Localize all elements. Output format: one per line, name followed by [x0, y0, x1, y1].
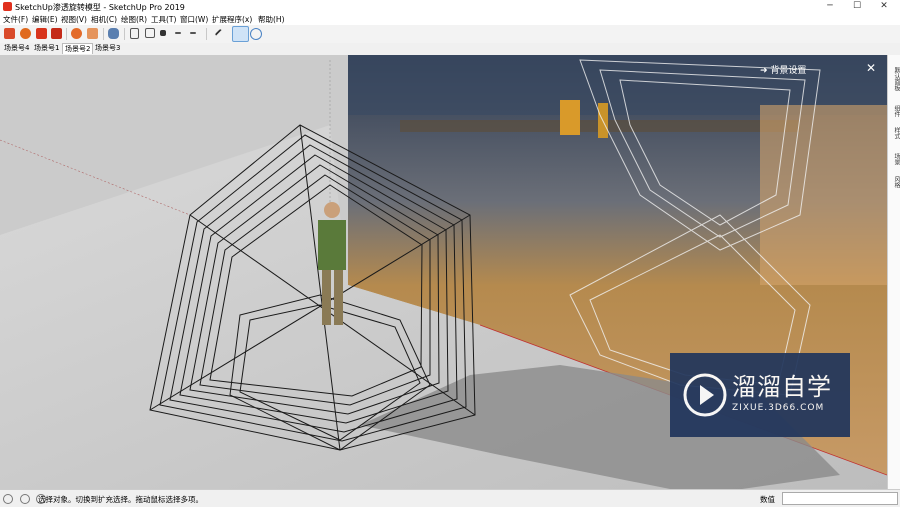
menu-help[interactable]: 帮助(H) [258, 14, 285, 25]
window-title: SketchUp渗透旋转模型 - SketchUp Pro 2019 [15, 3, 185, 12]
title-bar: SketchUp渗透旋转模型 - SketchUp Pro 2019 ─ ☐ ✕ [0, 0, 900, 14]
front-view-icon[interactable] [130, 28, 139, 39]
menu-camera[interactable]: 相机(C) [91, 14, 117, 25]
folder-icon[interactable] [36, 28, 47, 39]
menu-bar: 文件(F) 编辑(E) 视图(V) 相机(C) 绘图(R) 工具(T) 窗口(W… [0, 14, 900, 25]
menu-window[interactable]: 窗口(W) [180, 14, 208, 25]
tray-tab-default[interactable]: 默认面板 [889, 61, 900, 97]
status-bar: 选择对象。切换到扩充选择。拖动鼠标选择多项。 数值 [0, 489, 900, 507]
tray-tab-scenes[interactable]: 场景 [889, 150, 900, 168]
photo-wall [760, 105, 887, 285]
background-settings-label: 背景设置 [770, 66, 807, 76]
menu-draw[interactable]: 绘图(R) [121, 14, 147, 25]
right-view-icon[interactable] [175, 32, 181, 34]
default-tray: 默认面板 组件 样式 场景 风格 [887, 55, 900, 489]
play-logo-icon [683, 373, 727, 417]
tab-scene-4[interactable]: 场景号4 [2, 43, 31, 53]
toolbar-divider [124, 28, 125, 40]
measurements-input[interactable] [782, 492, 898, 505]
orbit-icon[interactable] [71, 28, 82, 39]
maximize-button[interactable]: ☐ [845, 1, 869, 13]
geo-location-icon[interactable] [3, 494, 13, 504]
background-settings-button[interactable]: ➜ 背景设置 [760, 63, 806, 76]
select-tool-icon[interactable] [4, 28, 15, 39]
watermark-name: 溜溜自学 [732, 373, 832, 401]
menu-file[interactable]: 文件(F) [3, 14, 28, 25]
iso-view-icon[interactable] [145, 28, 155, 38]
main-toolbar [0, 25, 900, 44]
menu-view[interactable]: 视图(V) [61, 14, 87, 25]
menu-edit[interactable]: 编辑(E) [32, 14, 58, 25]
watermark-logo: 溜溜自学 ZIXUE.3D66.COM [670, 353, 850, 437]
warehouse-icon[interactable] [87, 28, 98, 39]
zoom-extents-icon[interactable] [214, 28, 228, 42]
layers-icon[interactable] [250, 28, 262, 40]
close-overlay-icon[interactable]: ✕ [866, 61, 876, 75]
back-view-icon[interactable] [190, 32, 196, 34]
tab-scene-3[interactable]: 场景号3 [93, 43, 122, 53]
gear-icon[interactable] [20, 28, 31, 39]
toolbar-divider [206, 28, 207, 40]
menu-tools[interactable]: 工具(T) [151, 14, 176, 25]
camera-icon[interactable] [51, 28, 62, 39]
measurements-label: 数值 [760, 495, 775, 504]
tab-scene-2[interactable]: 场景号2 [62, 43, 94, 54]
credits-icon[interactable] [19, 494, 30, 504]
watermark-url: ZIXUE.3D66.COM [732, 403, 825, 413]
close-window-button[interactable]: ✕ [872, 1, 896, 13]
top-view-icon[interactable] [160, 30, 166, 36]
tray-tab-components[interactable]: 组件 [889, 103, 900, 119]
photo-sign [560, 100, 580, 135]
sketchup-app-icon [3, 2, 12, 11]
minimize-button[interactable]: ─ [818, 1, 842, 13]
menu-extensions[interactable]: 扩展程序(x) [212, 14, 252, 25]
outliner-icon[interactable] [232, 26, 249, 42]
status-message: 选择对象。切换到扩充选择。拖动鼠标选择多项。 [38, 495, 203, 504]
print-icon[interactable] [108, 28, 119, 39]
tray-tab-style[interactable]: 风格 [889, 173, 900, 191]
toolbar-divider [103, 28, 104, 40]
toolbar-divider [66, 28, 67, 40]
tab-scene-1[interactable]: 场景号1 [32, 43, 61, 53]
scene-tabs: 场景号4 场景号1 场景号2 场景号3 [0, 43, 900, 54]
tray-tab-styles[interactable]: 样式 [889, 125, 900, 141]
